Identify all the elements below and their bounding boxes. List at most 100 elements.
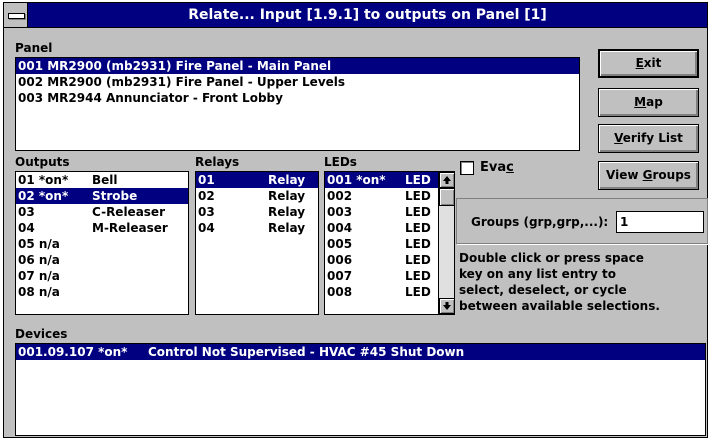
relay-item[interactable]: 03 Relay	[196, 204, 318, 220]
led-item[interactable]: 003 LED	[325, 204, 438, 220]
help-line: Double click or press space	[459, 251, 644, 265]
exit-label-accel: E	[635, 56, 644, 70]
evac-label-pre: Eva	[480, 160, 507, 175]
led-num: 005	[327, 237, 353, 251]
devices-listbox[interactable]: 001.09.107 *on* Control Not Supervised - …	[15, 343, 706, 436]
verify-label-accel: V	[614, 131, 623, 145]
evac-label[interactable]: Evac	[480, 160, 514, 175]
relays-listbox[interactable]: 01 Relay 02 Relay 03 Relay 04 Relay	[195, 171, 319, 315]
panel-item[interactable]: 002 MR2900 (mb2931) Fire Panel - Upper L…	[16, 74, 579, 90]
exit-label-post: xit	[643, 56, 662, 70]
led-type: LED	[405, 173, 431, 187]
groups-input[interactable]: 1	[616, 211, 704, 233]
help-line: select, deselect, or cycle	[459, 283, 627, 297]
groups-label-pre: View	[606, 168, 643, 182]
relay-type: Relay	[268, 221, 306, 235]
map-label-accel: M	[634, 95, 647, 109]
led-item[interactable]: 006 LED	[325, 252, 438, 268]
help-line: key on any list entry to	[459, 267, 617, 281]
output-name: M-Releaser	[92, 221, 168, 235]
output-name: Strobe	[92, 189, 138, 203]
groups-label-post: roups	[652, 168, 691, 182]
verify-list-button[interactable]: Verify List	[598, 124, 699, 153]
output-item[interactable]: 08 n/a	[16, 284, 188, 300]
led-num: 007	[327, 269, 353, 283]
leds-listbox[interactable]: 001 *on* LED 002 LED 003 LED 004 LED 005 LED …	[324, 171, 455, 315]
output-item[interactable]: 01 *on* Bell	[16, 172, 188, 188]
panel-listbox[interactable]: 001 MR2900 (mb2931) Fire Panel - Main Pa…	[15, 57, 580, 151]
devices-label: Devices	[15, 327, 68, 341]
relay-item[interactable]: 04 Relay	[196, 220, 318, 236]
output-num: 06 n/a	[18, 253, 60, 267]
relay-num: 01	[198, 173, 215, 187]
led-item[interactable]: 005 LED	[325, 236, 438, 252]
led-type: LED	[405, 269, 431, 283]
evac-checkbox[interactable]	[460, 161, 474, 175]
panel-item[interactable]: 001 MR2900 (mb2931) Fire Panel - Main Pa…	[16, 58, 579, 74]
led-type: LED	[405, 285, 431, 299]
output-num: 03	[18, 205, 35, 219]
output-num: 04	[18, 221, 35, 235]
scroll-down-button[interactable]	[439, 298, 454, 314]
relay-type: Relay	[268, 173, 306, 187]
outputs-listbox[interactable]: 01 *on* Bell 02 *on* Strobe 03 C-Releaser 0…	[15, 171, 189, 315]
relay-type: Relay	[268, 189, 306, 203]
system-menu-icon	[8, 13, 25, 19]
led-item[interactable]: 008 LED	[325, 284, 438, 300]
output-name: Bell	[92, 173, 118, 187]
led-type: LED	[405, 253, 431, 267]
arrow-down-icon	[443, 302, 451, 310]
led-num: 001 *on*	[327, 173, 386, 187]
relay-type: Relay	[268, 205, 306, 219]
led-item[interactable]: 001 *on* LED	[325, 172, 438, 188]
arrow-up-icon	[443, 176, 451, 184]
help-line: between available selections.	[459, 299, 660, 313]
output-item[interactable]: 04 M-Releaser	[16, 220, 188, 236]
relay-item[interactable]: 01 Relay	[196, 172, 318, 188]
exit-button[interactable]: Exit	[598, 49, 699, 78]
relays-label: Relays	[195, 155, 240, 169]
scroll-thumb[interactable]	[439, 188, 454, 206]
led-type: LED	[405, 237, 431, 251]
led-type: LED	[405, 221, 431, 235]
output-item[interactable]: 05 n/a	[16, 236, 188, 252]
device-item[interactable]: 001.09.107 *on* Control Not Supervised - …	[16, 344, 705, 360]
led-type: LED	[405, 205, 431, 219]
output-item[interactable]: 02 *on* Strobe	[16, 188, 188, 204]
panel-label: Panel	[15, 41, 53, 55]
led-num: 003	[327, 205, 353, 219]
panel-item-text: 003 MR2944 Annunciator - Front Lobby	[18, 91, 283, 105]
outputs-label: Outputs	[15, 155, 70, 169]
panel-item-text: 001 MR2900 (mb2931) Fire Panel - Main Pa…	[18, 59, 332, 73]
led-num: 004	[327, 221, 353, 235]
relate-dialog-window: Relate... Input [1.9.1] to outputs on Pa…	[3, 2, 708, 438]
led-item[interactable]: 002 LED	[325, 188, 438, 204]
view-groups-button[interactable]: View Groups	[598, 161, 699, 190]
led-type: LED	[405, 189, 431, 203]
relay-item[interactable]: 02 Relay	[196, 188, 318, 204]
led-item[interactable]: 007 LED	[325, 268, 438, 284]
output-item[interactable]: 07 n/a	[16, 268, 188, 284]
scroll-up-button[interactable]	[439, 172, 454, 188]
led-item[interactable]: 004 LED	[325, 220, 438, 236]
output-num: 05 n/a	[18, 237, 60, 251]
output-name: C-Releaser	[92, 205, 165, 219]
relay-num: 03	[198, 205, 215, 219]
device-description: Control Not Supervised - HVAC #45 Shut D…	[148, 345, 465, 359]
output-num: 08 n/a	[18, 285, 60, 299]
help-text: Double click or press space key on any l…	[459, 250, 660, 314]
output-item[interactable]: 03 C-Releaser	[16, 204, 188, 220]
system-menu-button[interactable]	[4, 3, 28, 27]
evac-label-accel: c	[506, 160, 514, 175]
panel-item-text: 002 MR2900 (mb2931) Fire Panel - Upper L…	[18, 75, 346, 89]
leds-label: LEDs	[324, 155, 357, 169]
output-item[interactable]: 06 n/a	[16, 252, 188, 268]
map-button[interactable]: Map	[598, 88, 699, 117]
verify-label-post: erify List	[622, 131, 683, 145]
device-address: 001.09.107 *on*	[18, 345, 128, 359]
output-num: 02 *on*	[18, 189, 69, 203]
panel-item[interactable]: 003 MR2944 Annunciator - Front Lobby	[16, 90, 579, 106]
groups-field-label: Groups (grp,grp,...):	[471, 215, 609, 229]
leds-scrollbar[interactable]	[438, 172, 454, 314]
led-num: 006	[327, 253, 353, 267]
